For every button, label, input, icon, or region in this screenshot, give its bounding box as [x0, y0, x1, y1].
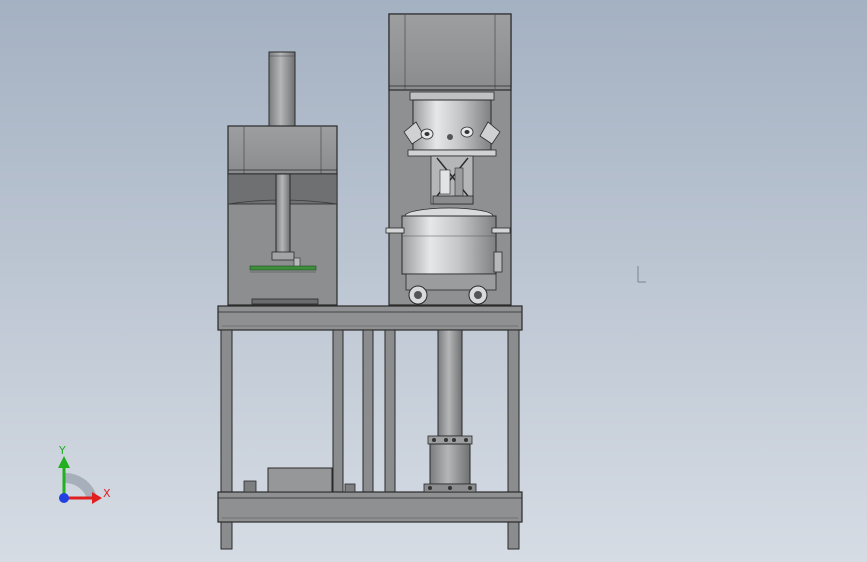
- table-lower-shelf: [217, 491, 523, 523]
- drive-housing: [388, 13, 512, 91]
- vessel-handle: [385, 227, 405, 234]
- mixing-vessel: [401, 215, 497, 275]
- cad-scene: Y X: [58, 13, 646, 550]
- lift-cylinder: [423, 329, 477, 493]
- mixer-unit: [385, 13, 512, 306]
- table-post: [362, 329, 374, 493]
- table-top-plate: [217, 305, 523, 331]
- x-axis-label: X: [103, 487, 111, 500]
- table-post: [332, 329, 344, 493]
- control-box: [267, 467, 333, 493]
- lift-housing: [429, 443, 471, 485]
- vessel-handle: [491, 227, 511, 234]
- press-ram: [275, 173, 291, 255]
- cad-viewport[interactable]: Y X: [0, 0, 867, 562]
- mixer-lid: [412, 99, 492, 151]
- table-frame: [217, 305, 523, 550]
- y-axis-label: Y: [58, 444, 66, 457]
- press-unit: [227, 51, 338, 306]
- press-cylinder: [268, 51, 296, 129]
- y-axis-arrowhead-icon: [58, 456, 70, 468]
- axis-triad[interactable]: Y X: [58, 444, 111, 504]
- table-post: [384, 329, 396, 493]
- origin-marker-icon: [637, 266, 646, 283]
- press-platen: [249, 265, 317, 271]
- lift-rod: [437, 329, 463, 437]
- z-axis-dot-icon: [59, 493, 69, 503]
- x-axis-arrowhead-icon: [92, 492, 102, 504]
